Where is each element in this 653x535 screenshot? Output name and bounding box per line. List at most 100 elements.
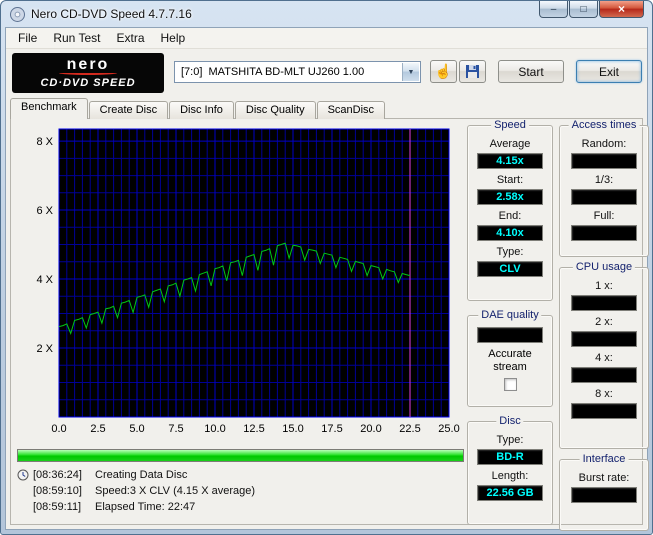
progress-bar [17,449,464,462]
benchmark-chart: 2 X 4 X 6 X 8 X 0.0 2.5 5.0 7.5 10.0 12.5 15.0 17.5… [15,123,464,441]
window-title: Nero CD-DVD Speed 4.7.7.16 [31,7,192,21]
minimize-button[interactable]: – [539,1,568,18]
save-results-button[interactable] [459,60,486,83]
burst-rate-label: Burst rate: [578,472,630,484]
svg-text:7.5: 7.5 [168,423,183,435]
log-time: [08:36:24] [33,469,82,481]
one-third-label: 1/3: [594,174,614,186]
log-text: Elapsed Time: 22:47 [95,501,196,513]
end-label: End: [498,210,522,222]
maximize-button[interactable]: □ [569,1,598,18]
end-value: 4.10x [477,225,543,241]
cpu-2x-label: 2 x: [595,316,613,328]
cpu-1x-value [571,295,637,311]
start-label: Start: [496,174,524,186]
cpu-usage-group: CPU usage 1 x: 2 x: 4 x: 8 x: [559,261,649,449]
tab-disc-quality[interactable]: Disc Quality [234,101,316,119]
average-label: Average [489,138,531,150]
app-window: Nero CD-DVD Speed 4.7.7.16 – □ × File Ru… [0,0,653,535]
options-button[interactable]: ☝ [430,60,457,83]
cpu-usage-title: CPU usage [572,261,636,273]
disc-length-value: 22.56 GB [477,485,543,501]
access-times-group: Access times Random: 1/3: Full: [559,119,649,257]
cpu-8x-label: 8 x: [595,388,613,400]
cpu-4x-value [571,367,637,383]
client-area: File Run Test Extra Help nero CD·DVD SPE… [5,27,649,531]
full-value [571,225,637,241]
type-label: Type: [496,246,524,258]
access-times-title: Access times [568,119,640,131]
floppy-icon [466,65,479,78]
tab-scandisc[interactable]: ScanDisc [316,101,386,119]
random-label: Random: [581,138,627,150]
svg-text:2.5: 2.5 [90,423,105,435]
svg-text:5.0: 5.0 [129,423,144,435]
toolbar: nero CD·DVD SPEED [7:0] MATSHITA BD-MLT … [6,50,647,96]
menu-file[interactable]: File [10,29,45,47]
disc-group: Disc Type: BD-R Length: 22.56 GB [467,415,553,525]
accurate-stream-label: Accurate stream [488,348,532,373]
status-log: [08:36:24] Creating Data Disc [08:59:10]… [17,467,466,515]
speed-group-title: Speed [491,119,529,131]
disc-length-label: Length: [491,470,529,482]
svg-text:6 X: 6 X [36,205,53,217]
one-third-value [571,189,637,205]
window-controls: – □ × [538,1,644,18]
svg-text:12.5: 12.5 [243,423,264,435]
svg-text:0.0: 0.0 [51,423,66,435]
tab-create-disc[interactable]: Create Disc [88,101,169,119]
svg-text:22.5: 22.5 [399,423,420,435]
log-text: Creating Data Disc [95,469,188,481]
dae-quality-title: DAE quality [478,309,542,321]
tab-disc-info[interactable]: Disc Info [169,101,234,119]
log-entry: [08:59:11] Elapsed Time: 22:47 [17,499,466,515]
random-value [571,153,637,169]
exit-button[interactable]: Exit [576,60,642,83]
panel-column-right: Access times Random: 1/3: Full: CPU usag… [559,119,649,531]
tab-benchmark[interactable]: Benchmark [10,98,88,119]
cpu-1x-label: 1 x: [595,280,613,292]
disc-type-label: Type: [496,434,524,446]
pointing-hand-icon: ☝ [434,63,453,79]
panel-column-left: Speed Average 4.15x Start: 2.58x End: 4.… [467,119,553,525]
dae-quality-value [477,327,543,343]
tabstrip: Benchmark Create Disc Disc Info Disc Qua… [10,98,386,119]
start-button[interactable]: Start [498,60,564,83]
cpu-2x-value [571,331,637,347]
clock-icon [17,469,33,481]
nero-logo: nero CD·DVD SPEED [12,53,164,93]
svg-text:2 X: 2 X [36,343,53,355]
nero-logo-swoosh [59,71,117,75]
menu-run-test[interactable]: Run Test [45,29,108,47]
full-label: Full: [593,210,615,222]
svg-text:15.0: 15.0 [282,423,303,435]
average-value: 4.15x [477,153,543,169]
disc-group-title: Disc [496,415,524,427]
nero-logo-text: nero [66,56,110,73]
speed-group: Speed Average 4.15x Start: 2.58x End: 4.… [467,119,553,301]
menu-help[interactable]: Help [153,29,194,47]
interface-group: Interface Burst rate: [559,453,649,531]
log-text: Speed:3 X CLV (4.15 X average) [95,485,256,497]
titlebar[interactable]: Nero CD-DVD Speed 4.7.7.16 – □ × [1,1,652,27]
log-time: [08:59:10] [33,485,82,497]
progress-fill [18,450,463,461]
svg-text:4 X: 4 X [36,274,53,286]
log-entry: [08:36:24] Creating Data Disc [17,467,466,483]
svg-text:10.0: 10.0 [204,423,225,435]
log-time: [08:59:11] [33,501,82,513]
close-button[interactable]: × [599,1,644,18]
dae-quality-group: DAE quality Accurate stream [467,309,553,407]
menubar: File Run Test Extra Help [6,28,647,49]
cpu-4x-label: 4 x: [595,352,613,364]
drive-select-value: [7:0] MATSHITA BD-MLT UJ260 1.00 [181,66,365,78]
svg-text:17.5: 17.5 [321,423,342,435]
svg-text:8 X: 8 X [36,136,53,148]
accurate-stream-checkbox[interactable] [503,378,517,391]
menu-extra[interactable]: Extra [108,29,152,47]
app-disc-icon [10,6,25,22]
cpu-8x-value [571,403,637,419]
start-value: 2.58x [477,189,543,205]
drive-select[interactable]: [7:0] MATSHITA BD-MLT UJ260 1.00 ▼ [174,61,421,83]
dropdown-arrow-icon[interactable]: ▼ [402,63,419,81]
